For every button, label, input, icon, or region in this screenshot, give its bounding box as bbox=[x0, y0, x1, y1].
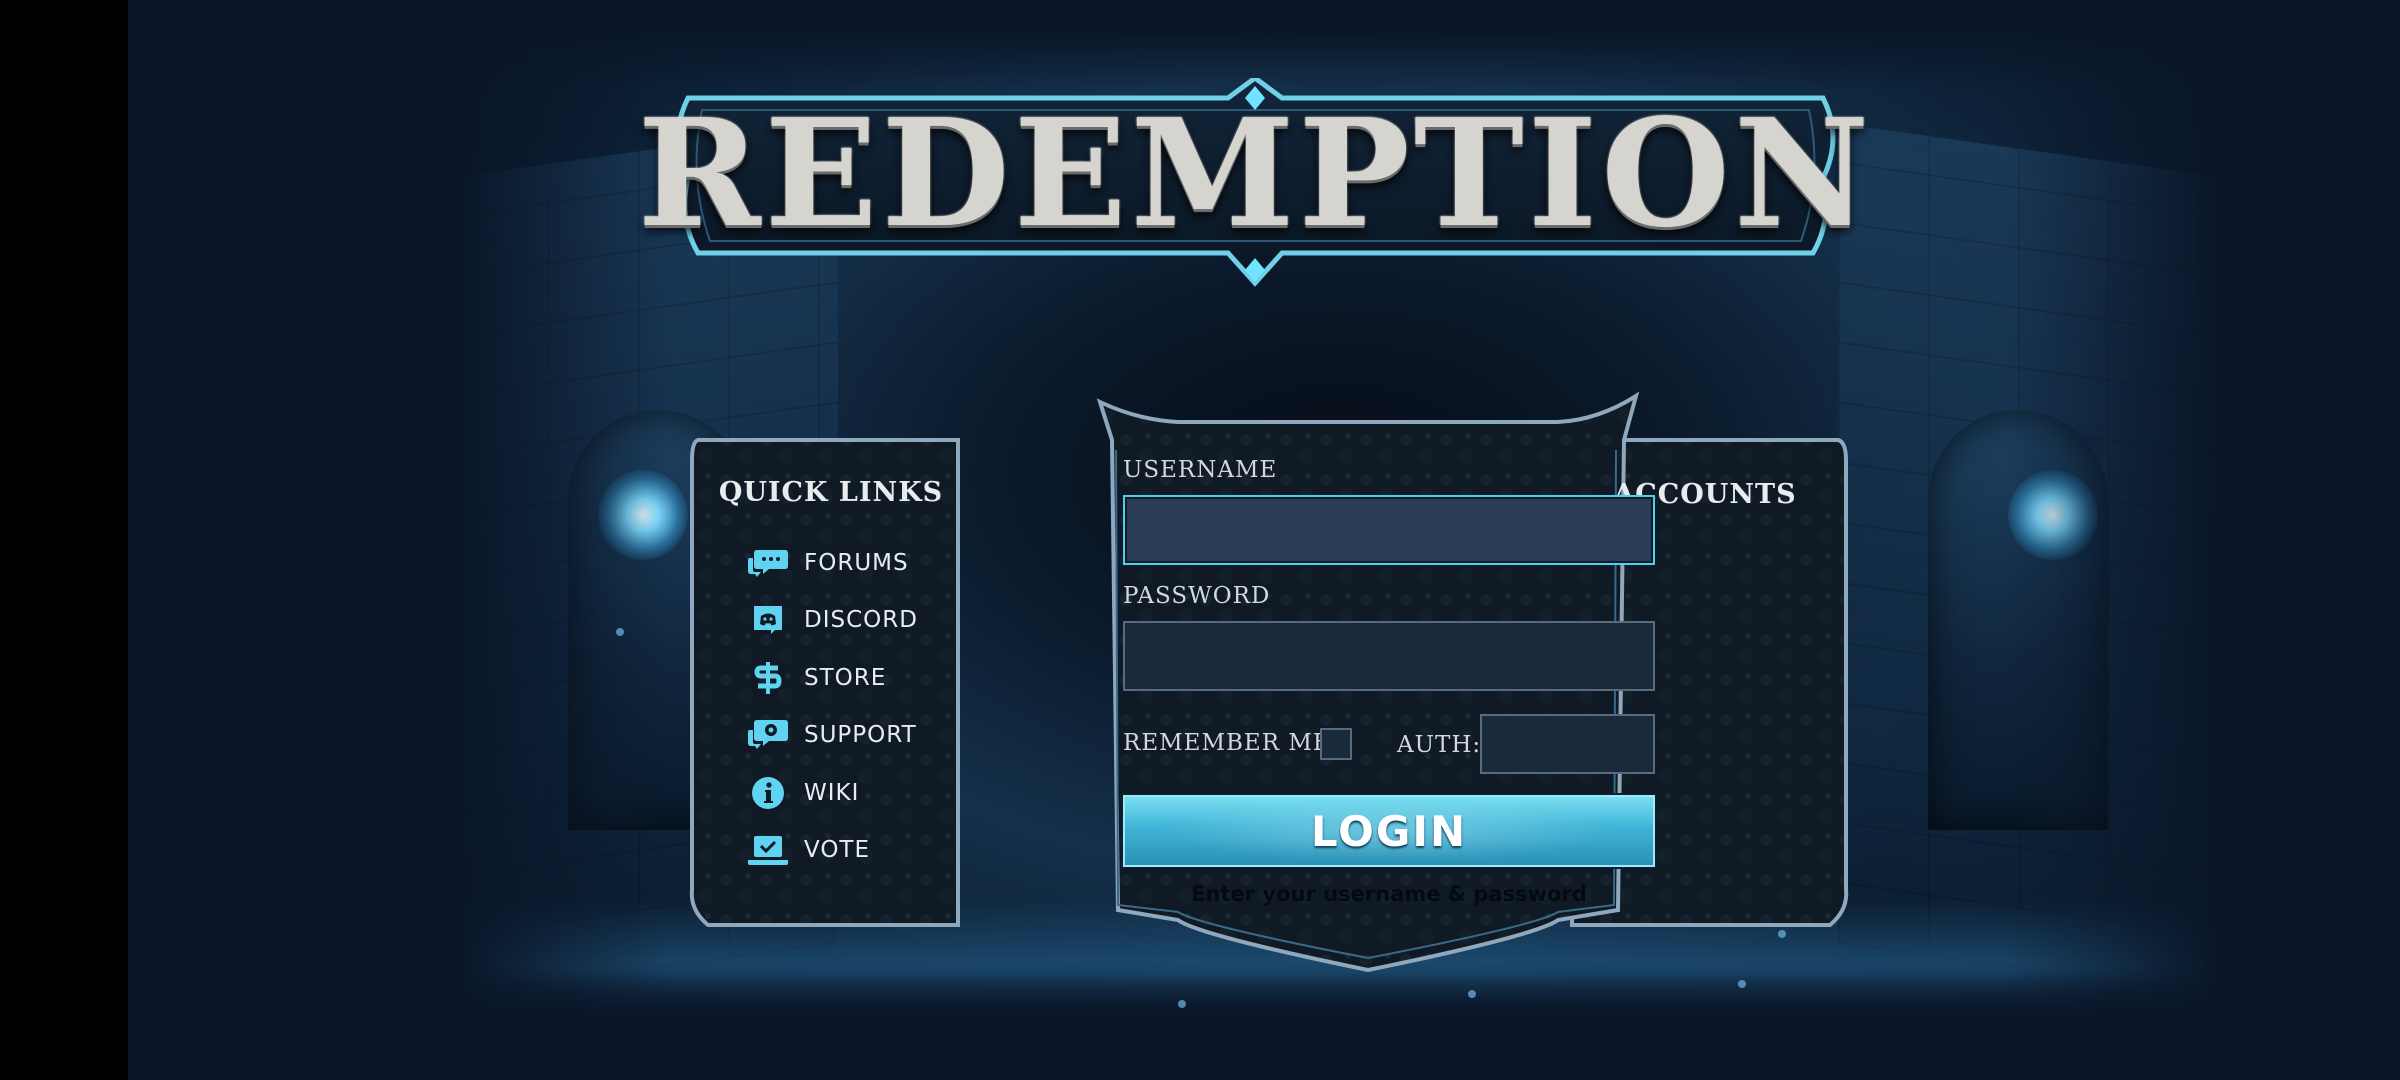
auth-input[interactable] bbox=[1480, 714, 1655, 774]
support-gear-icon bbox=[746, 717, 790, 753]
quick-links-title: QUICK LINKS bbox=[718, 477, 944, 508]
discord-icon bbox=[746, 602, 790, 638]
quick-link-label: FORUMS bbox=[804, 549, 909, 576]
quick-link-forums[interactable]: FORUMS bbox=[746, 534, 972, 592]
username-label: USERNAME bbox=[1123, 457, 1278, 483]
dust-particle bbox=[1738, 980, 1746, 988]
login-hint-text: Enter your username & password bbox=[1191, 882, 1587, 906]
password-label: PASSWORD bbox=[1123, 583, 1271, 609]
dollar-icon bbox=[746, 660, 790, 696]
quick-links-panel: QUICK LINKS FORUMS DISCORD STORE SUPPORT… bbox=[690, 432, 972, 910]
quick-link-label: DISCORD bbox=[804, 607, 918, 634]
remember-me-label: REMEMBER ME? bbox=[1123, 730, 1344, 756]
quick-link-label: STORE bbox=[804, 664, 887, 691]
quick-link-label: WIKI bbox=[804, 779, 860, 806]
game-client-stage: REDEMPTION QUICK LINKS FORUMS DISCORD ST… bbox=[128, 0, 2400, 1080]
auth-label: AUTH: bbox=[1397, 732, 1482, 758]
login-form: USERNAME PASSWORD REMEMBER ME? AUTH: LOG… bbox=[1103, 440, 1663, 920]
quick-link-label: SUPPORT bbox=[804, 722, 917, 749]
quick-link-vote[interactable]: VOTE bbox=[746, 822, 972, 880]
vote-laptop-icon bbox=[746, 832, 790, 868]
remember-me-checkbox[interactable] bbox=[1320, 728, 1352, 760]
quick-link-label: VOTE bbox=[804, 837, 871, 864]
logo-text: REDEMPTION bbox=[637, 86, 1874, 260]
quick-link-discord[interactable]: DISCORD bbox=[746, 592, 972, 650]
quick-link-wiki[interactable]: WIKI bbox=[746, 764, 972, 822]
username-input[interactable] bbox=[1123, 495, 1655, 565]
quick-links-list: FORUMS DISCORD STORE SUPPORT WIKI VOTE bbox=[690, 534, 972, 879]
dust-particle bbox=[1178, 1000, 1186, 1008]
password-input[interactable] bbox=[1123, 621, 1655, 691]
quick-link-store[interactable]: STORE bbox=[746, 649, 972, 707]
info-icon bbox=[746, 775, 790, 811]
dust-particle bbox=[1468, 990, 1476, 998]
left-black-bar bbox=[0, 0, 128, 1080]
login-button[interactable]: LOGIN bbox=[1123, 795, 1655, 867]
dust-particle bbox=[616, 628, 624, 636]
chat-bubbles-icon bbox=[746, 545, 790, 581]
quick-link-support[interactable]: SUPPORT bbox=[746, 707, 972, 765]
game-logo-banner: REDEMPTION bbox=[637, 78, 1874, 296]
